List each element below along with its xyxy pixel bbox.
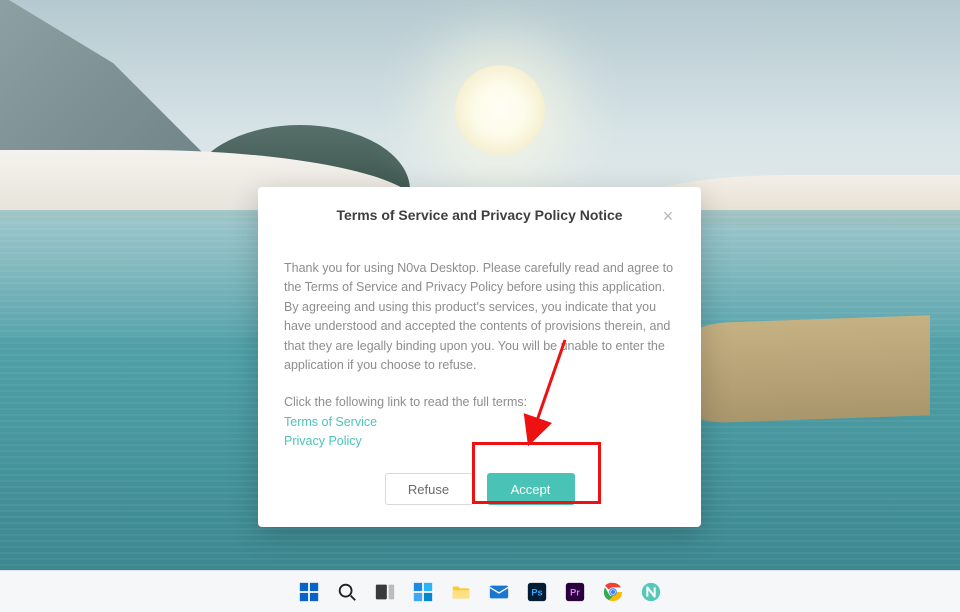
dialog-body-text: Thank you for using N0va Desktop. Please… (284, 259, 675, 375)
dialog-header: Terms of Service and Privacy Policy Noti… (284, 207, 675, 223)
refuse-button[interactable]: Refuse (385, 473, 473, 505)
chrome-icon[interactable] (599, 578, 627, 606)
taskbar: Ps Pr (0, 570, 960, 612)
annotation-rectangle (472, 442, 601, 504)
svg-text:Ps: Ps (531, 587, 542, 597)
dialog-title: Terms of Service and Privacy Policy Noti… (336, 207, 622, 223)
wallpaper-sun (455, 65, 545, 155)
premiere-icon[interactable]: Pr (561, 578, 589, 606)
file-explorer-icon[interactable] (447, 578, 475, 606)
terms-of-service-link[interactable]: Terms of Service (284, 413, 675, 432)
svg-text:Pr: Pr (570, 587, 580, 597)
photoshop-icon[interactable]: Ps (523, 578, 551, 606)
mail-icon[interactable] (485, 578, 513, 606)
search-icon[interactable] (333, 578, 361, 606)
taskview-icon[interactable] (371, 578, 399, 606)
start-icon[interactable] (295, 578, 323, 606)
widgets-icon[interactable] (409, 578, 437, 606)
dialog-body: Thank you for using N0va Desktop. Please… (284, 259, 675, 451)
close-icon[interactable]: × (657, 205, 679, 227)
nova-icon[interactable] (637, 578, 665, 606)
links-prompt: Click the following link to read the ful… (284, 393, 675, 412)
